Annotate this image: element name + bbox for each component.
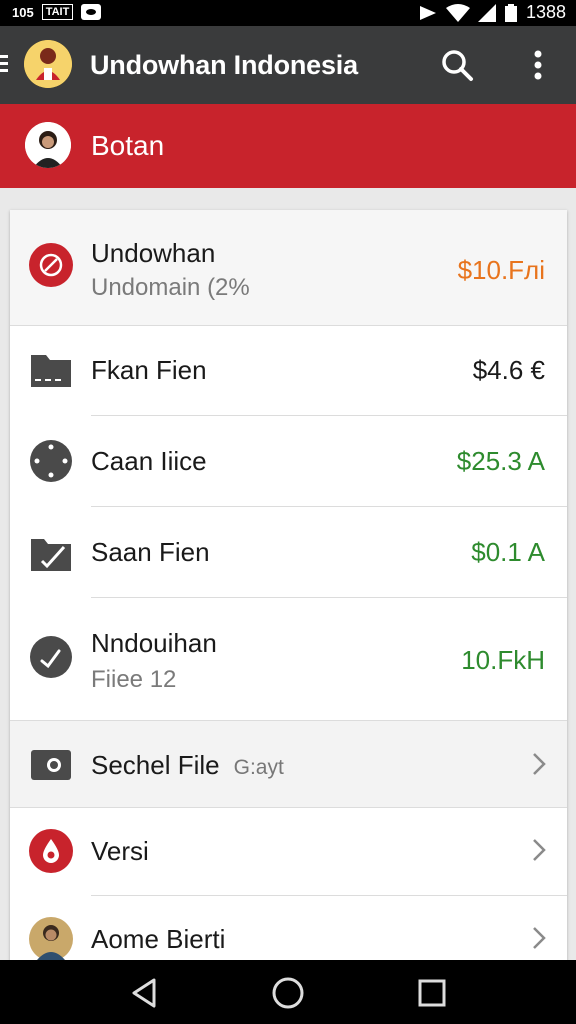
item-value: $10.Fлi [457, 255, 545, 285]
more-options-icon[interactable] [525, 48, 551, 82]
item-title: Versi [91, 836, 149, 866]
status-chip: TAIT [41, 4, 74, 20]
list-item[interactable]: Nndouihan Fiiee 12 10.FkH [10, 598, 567, 720]
search-icon[interactable] [440, 48, 474, 82]
wifi-icon [445, 3, 470, 22]
folder-icon [31, 355, 71, 387]
item-value: $0.1 A [471, 537, 545, 567]
item-value: 10.FkH [461, 645, 545, 675]
account-name: Botan [91, 130, 165, 161]
profile-avatar-icon [29, 917, 73, 961]
settings-item[interactable]: Sechel File G:ayt [10, 721, 567, 807]
check-circle-icon [30, 636, 72, 678]
status-left: 105 TAIT [12, 4, 102, 20]
status-time: 1388 [525, 2, 566, 22]
item-title: Undowhan [91, 238, 216, 268]
edit-folder-icon [31, 539, 71, 571]
settings-label: Sechel File [91, 750, 220, 780]
account-header[interactable]: Botan [0, 104, 576, 188]
item-title: Fkan Fien [91, 355, 207, 385]
battery-icon [504, 3, 517, 22]
item-title: Saan Fien [91, 537, 210, 567]
avatar [25, 122, 71, 168]
app-logo [24, 40, 72, 88]
item-title: Nndouihan [91, 628, 217, 658]
item-title: Aome Bierti [91, 924, 226, 954]
camera-icon [31, 750, 71, 780]
chevron-right-icon [533, 839, 546, 861]
system-nav-bar [0, 960, 576, 1024]
person-avatar-icon [25, 122, 71, 168]
item-subtitle: Undomain (2% [91, 274, 250, 301]
menu-icon[interactable] [0, 55, 8, 75]
status-text: 105 [12, 4, 34, 20]
item-value: $4.6 € [472, 355, 545, 385]
item-value: $25.3 A [456, 446, 545, 476]
list-item[interactable]: Fkan Fien $4.6 € [10, 326, 567, 415]
app-bar: Undowhan Indonesia [0, 26, 576, 104]
garuda-emblem-icon [24, 40, 72, 88]
signal-icon [477, 3, 496, 22]
item-title: Sechel File G:ayt [91, 750, 284, 781]
compass-icon [30, 440, 72, 482]
list-item[interactable]: Caan Iiice $25.3 A [10, 416, 567, 506]
app-title: Undowhan Indonesia [90, 50, 358, 80]
status-bar: 105 TAIT 1388 [0, 0, 576, 26]
settings-item[interactable]: Aome Bierti [10, 896, 567, 970]
home-icon[interactable] [271, 976, 305, 1010]
item-title: Caan Iiice [91, 446, 207, 476]
back-icon[interactable] [128, 976, 162, 1010]
settings-item[interactable]: Versi [10, 808, 567, 895]
recents-icon[interactable] [415, 976, 449, 1010]
chevron-right-icon [533, 927, 546, 949]
red-emblem-icon [29, 243, 73, 287]
item-subtitle: Fiiee 12 [91, 666, 177, 693]
cast-icon [419, 5, 436, 20]
chevron-right-icon [533, 753, 546, 775]
drop-icon [29, 829, 73, 873]
notification-icon [81, 4, 102, 20]
status-right: 1388 [418, 2, 566, 23]
list-item[interactable]: Saan Fien $0.1 A [10, 507, 567, 597]
list-item[interactable]: Undowhan Undomain (2% $10.Fлi [10, 210, 567, 325]
transaction-list: Undowhan Undomain (2% $10.Fлi Fkan Fien … [10, 210, 567, 970]
settings-note: G:ayt [233, 756, 284, 779]
